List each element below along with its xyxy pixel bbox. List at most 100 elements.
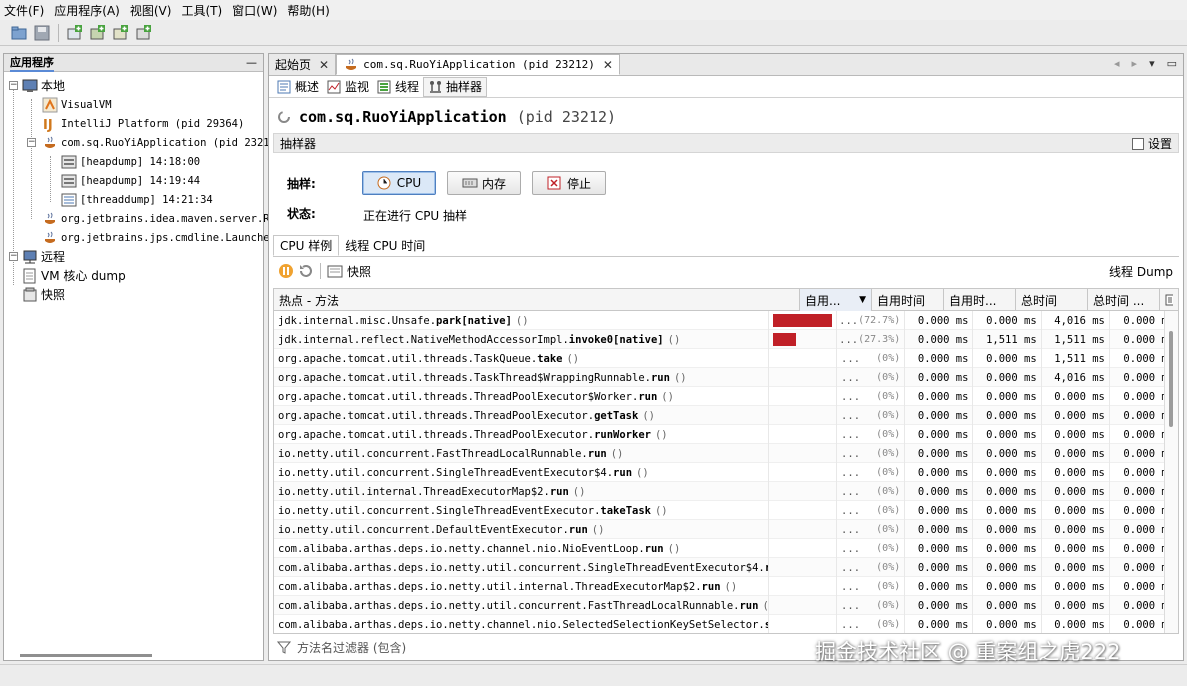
threads-icon	[377, 80, 392, 94]
scroll-left-icon[interactable]: ◂	[1114, 57, 1120, 70]
settings-checkbox[interactable]: 设置	[1131, 135, 1172, 152]
table-row[interactable]: com.alibaba.arthas.deps.io.netty.util.co…	[274, 558, 1178, 577]
table-row[interactable]: io.netty.util.internal.ThreadExecutorMap…	[274, 482, 1178, 501]
menu-file[interactable]: 文件(F)	[4, 2, 44, 19]
table-row[interactable]: com.alibaba.arthas.deps.io.netty.util.co…	[274, 596, 1178, 615]
table-row[interactable]: jdk.internal.reflect.NativeMethodAccesso…	[274, 330, 1178, 349]
column-total-time-cpu[interactable]: 总时间 ...	[1088, 289, 1160, 311]
self-time-bar-cell	[769, 349, 838, 368]
tab-list-icon[interactable]: ▾	[1149, 57, 1155, 70]
table-row[interactable]: org.apache.tomcat.util.threads.TaskThrea…	[274, 368, 1178, 387]
app-pid: (pid 23212)	[516, 108, 617, 126]
tree-item-local[interactable]: 本地	[22, 76, 65, 95]
collapse-toggle[interactable]: −	[27, 138, 36, 147]
scroll-right-icon[interactable]: ▸	[1132, 57, 1138, 70]
tree-item-threaddump[interactable]: [threaddump] 14:21:34	[61, 190, 213, 209]
tab-monitor[interactable]: 监视	[323, 77, 373, 97]
column-self-time-percent[interactable]: 自用... ▼	[800, 289, 872, 311]
collapse-toggle[interactable]: −	[9, 81, 18, 90]
table-row[interactable]: io.netty.util.concurrent.FastThreadLocal…	[274, 444, 1178, 463]
self-time-cell: ... (0%)	[837, 387, 906, 406]
tab-sampler[interactable]: 抽样器	[423, 76, 488, 97]
table-body: jdk.internal.misc.Unsafe. park[native]().…	[274, 311, 1178, 633]
menu-help[interactable]: 帮助(H)	[287, 2, 329, 19]
tab-ruoyi-application[interactable]: com.sq.RuoYiApplication (pid 23212) ✕	[336, 54, 620, 75]
add-snapshot-icon[interactable]	[134, 24, 152, 42]
tree-item-remote[interactable]: 远程	[22, 247, 65, 266]
column-total-time[interactable]: 总时间	[1016, 289, 1088, 311]
tree-item-heapdump[interactable]: [heapdump] 14:18:00	[61, 152, 200, 171]
column-self-time[interactable]: 自用时间	[872, 289, 944, 311]
method-package: com.alibaba.arthas.deps.io.netty.channel…	[278, 542, 645, 555]
collapse-toggle[interactable]: −	[9, 252, 18, 261]
stop-button[interactable]: 停止	[532, 171, 606, 195]
tree-item-snapshots[interactable]: 快照	[22, 285, 65, 304]
close-icon[interactable]: ✕	[319, 58, 329, 72]
table-row[interactable]: org.apache.tomcat.util.threads.ThreadPoo…	[274, 425, 1178, 444]
self-time-bar-cell	[769, 482, 838, 501]
add-remote-icon[interactable]	[88, 24, 106, 42]
tab-overview[interactable]: 概述	[273, 77, 323, 97]
self-time-bar-cell	[769, 615, 838, 633]
minimize-button[interactable]: —	[246, 56, 257, 69]
snapshot-icon[interactable]	[327, 263, 343, 279]
memory-sample-button[interactable]: 内存	[447, 171, 521, 195]
save-icon[interactable]	[33, 24, 51, 42]
tree-item-heapdump[interactable]: [heapdump] 14:19:44	[61, 171, 200, 190]
heapdump-icon	[61, 173, 77, 189]
maximize-icon[interactable]: ▭	[1167, 57, 1177, 70]
menu-tools[interactable]: 工具(T)	[181, 2, 222, 19]
method-package: com.alibaba.arthas.deps.io.netty.util.co…	[278, 599, 740, 612]
method-cell: jdk.internal.reflect.NativeMethodAccesso…	[274, 330, 769, 349]
horizontal-scrollbar[interactable]	[20, 654, 152, 657]
total-time-cell: 1,511 ms	[973, 330, 1042, 349]
refresh-icon[interactable]	[298, 263, 314, 279]
table-row[interactable]: io.netty.util.concurrent.SingleThreadEve…	[274, 501, 1178, 520]
close-icon[interactable]: ✕	[603, 58, 613, 72]
add-jmx-icon[interactable]	[65, 24, 83, 42]
checkbox-icon[interactable]	[1131, 137, 1144, 150]
tab-start-page[interactable]: 起始页 ✕	[269, 54, 337, 75]
table-row[interactable]: org.apache.tomcat.util.threads.TaskQueue…	[274, 349, 1178, 368]
open-file-icon[interactable]	[10, 24, 28, 42]
tree-item-vm-coredump[interactable]: VM 核心 dump	[22, 266, 126, 285]
tree-item-ruoyi[interactable]: com.sq.RuoYiApplication (pid 23212	[42, 133, 276, 152]
method-package: jdk.internal.reflect.NativeMethodAccesso…	[278, 333, 569, 346]
dots: ...	[841, 428, 861, 441]
tab-cpu-samples[interactable]: CPU 样例	[273, 235, 340, 256]
total-time-cpu-cell: 0.000 ms	[1042, 615, 1110, 633]
menu-view[interactable]: 视图(V)	[130, 2, 172, 19]
tree-item-jps-launcher[interactable]: org.jetbrains.jps.cmdline.Launcher	[42, 228, 276, 247]
table-row[interactable]: org.apache.tomcat.util.threads.ThreadPoo…	[274, 406, 1178, 425]
table-row[interactable]: io.netty.util.concurrent.SingleThreadEve…	[274, 463, 1178, 482]
menu-applications[interactable]: 应用程序(A)	[54, 2, 120, 19]
self-time-percent: (0%)	[876, 353, 901, 364]
table-row[interactable]: org.apache.tomcat.util.threads.ThreadPoo…	[274, 387, 1178, 406]
table-header: 热点 - 方法 自用... ▼ 自用时间 自用时... 总时间 总时间 ...	[274, 289, 1178, 311]
column-hotspot-method[interactable]: 热点 - 方法	[274, 289, 800, 311]
menu-window[interactable]: 窗口(W)	[232, 2, 277, 19]
tab-thread-cpu-time[interactable]: 线程 CPU 时间	[339, 235, 431, 256]
column-self-time-cpu[interactable]: 自用时...	[944, 289, 1016, 311]
tree-item-maven-server[interactable]: org.jetbrains.idea.maven.server.Re	[42, 209, 276, 228]
table-row[interactable]: com.alibaba.arthas.deps.io.netty.channel…	[274, 539, 1178, 558]
tab-threads[interactable]: 线程	[373, 77, 423, 97]
table-row[interactable]: io.netty.util.concurrent.DefaultEventExe…	[274, 520, 1178, 539]
thread-dump-button[interactable]: 线程 Dump	[1109, 263, 1173, 280]
add-coredump-icon[interactable]	[111, 24, 129, 42]
table-row[interactable]: com.alibaba.arthas.deps.io.netty.util.in…	[274, 577, 1178, 596]
tree-item-intellij[interactable]: IJ IntelliJ Platform (pid 29364)	[42, 114, 244, 133]
self-time-cpu-cell: 0.000 ms	[905, 425, 974, 444]
pause-icon[interactable]	[278, 263, 294, 279]
column-selector-icon[interactable]	[1160, 289, 1178, 311]
snapshot-button[interactable]: 快照	[347, 263, 371, 280]
tree-item-visualvm[interactable]: VisualVM	[42, 95, 112, 114]
table-row[interactable]: jdk.internal.misc.Unsafe. park[native]().…	[274, 311, 1178, 330]
scrollbar-thumb[interactable]	[1169, 331, 1173, 427]
vertical-scrollbar[interactable]	[1164, 311, 1178, 633]
total-time-cell: 0.000 ms	[973, 368, 1042, 387]
method-package: org.apache.tomcat.util.threads.ThreadPoo…	[278, 428, 595, 441]
cpu-sample-button[interactable]: CPU	[362, 171, 436, 195]
total-time-cpu-cell: 0.000 ms	[1042, 463, 1110, 482]
table-row[interactable]: com.alibaba.arthas.deps.io.netty.channel…	[274, 615, 1178, 633]
